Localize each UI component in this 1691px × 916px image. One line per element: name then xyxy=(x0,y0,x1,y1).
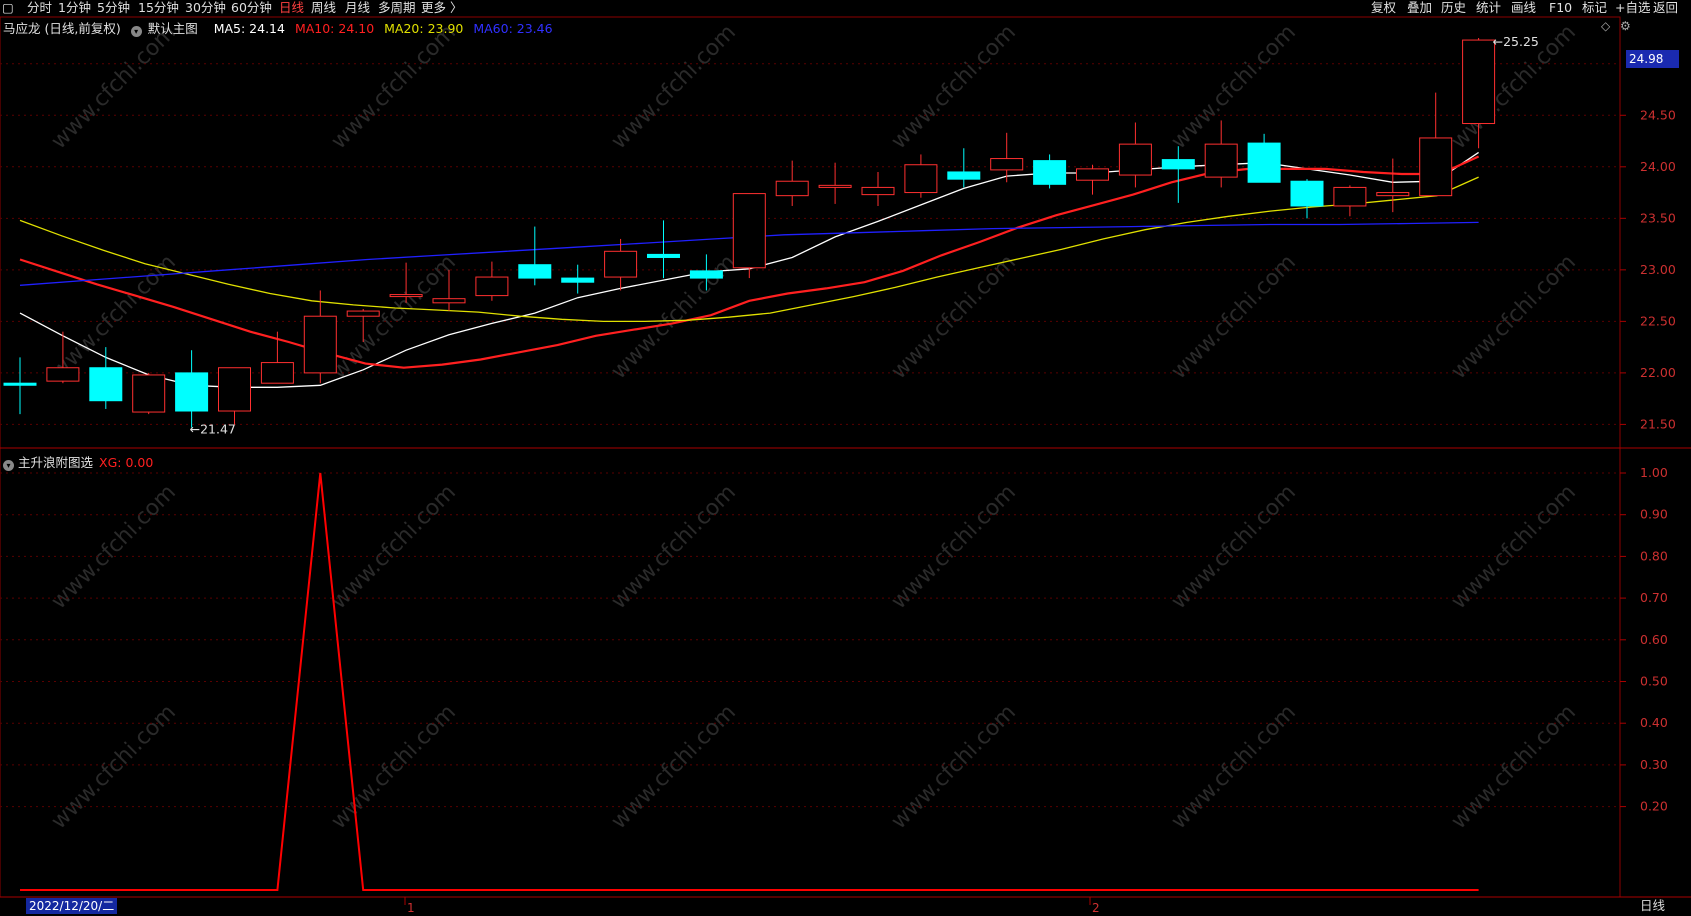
watermark-text: www.cfchi.com xyxy=(47,20,181,154)
candle-body xyxy=(389,294,423,298)
xg-value: XG: 0.00 xyxy=(99,455,154,470)
watermark-text: www.cfchi.com xyxy=(1167,480,1301,614)
indicator-tick-label: 0.90 xyxy=(1640,507,1668,522)
candle-body xyxy=(689,270,723,279)
watermark-text: www.cfchi.com xyxy=(327,20,461,154)
watermark-text: www.cfchi.com xyxy=(887,480,1021,614)
price-tick-label: 23.00 xyxy=(1640,262,1676,277)
current-price-tag: 24.98 xyxy=(1626,50,1679,68)
candle-body xyxy=(132,374,166,413)
gear-icon[interactable]: ⚙ xyxy=(1620,19,1631,33)
candle-body xyxy=(1462,39,1496,125)
indicator-tick-label: 0.50 xyxy=(1640,674,1668,689)
sub-indicator-title[interactable]: 主升浪附图选 xyxy=(18,455,93,470)
candle-body xyxy=(561,277,595,283)
candle-body xyxy=(818,184,852,188)
candle-body xyxy=(218,367,251,412)
price-tick-label: 22.00 xyxy=(1640,365,1676,380)
candle-body xyxy=(1419,137,1453,197)
watermark-text: www.cfchi.com xyxy=(1167,700,1301,834)
price-tick-label: 23.50 xyxy=(1640,210,1676,225)
candle-body xyxy=(175,372,209,412)
candle-body xyxy=(775,180,809,197)
candle-body xyxy=(1033,160,1067,185)
price-tick-label: 21.50 xyxy=(1640,416,1676,431)
watermark-text: www.cfchi.com xyxy=(1447,480,1581,614)
candle-body xyxy=(947,171,981,180)
candle-body xyxy=(1290,180,1324,207)
watermark-text: www.cfchi.com xyxy=(887,700,1021,834)
chevron-down-icon[interactable]: ▾ xyxy=(130,26,142,37)
price-tick-label: 24.00 xyxy=(1640,159,1676,174)
high-price-label: ←25.25 xyxy=(1493,34,1539,49)
watermark-text: www.cfchi.com xyxy=(1167,20,1301,154)
candle-body xyxy=(432,298,466,304)
candle-body xyxy=(46,367,80,382)
indicator-tick-label: 0.70 xyxy=(1640,590,1668,605)
price-tick-label: 24.50 xyxy=(1640,107,1676,122)
diamond-icon[interactable]: ◇ xyxy=(1601,19,1610,33)
period-label: 日线 xyxy=(1640,898,1666,913)
main-indicator-header: 马应龙 (日线,前复权) ▾ 默认主图 MA5: 24.14 MA10: 24.1… xyxy=(3,18,559,37)
candle-body xyxy=(303,315,337,374)
candle-body xyxy=(346,310,380,317)
candle-body xyxy=(1333,186,1367,207)
watermark-text: www.cfchi.com xyxy=(607,20,741,154)
price-tick-label: 22.50 xyxy=(1640,313,1676,328)
watermark-text: www.cfchi.com xyxy=(887,20,1021,154)
watermark-text: www.cfchi.com xyxy=(607,480,741,614)
candle-body xyxy=(990,158,1024,171)
candle-body xyxy=(260,362,294,384)
candle-body xyxy=(475,276,509,297)
candle-body xyxy=(518,264,552,279)
candle-body xyxy=(604,250,638,278)
ma5-value: MA5: 24.14 xyxy=(213,21,285,36)
candle-body xyxy=(1161,159,1195,170)
watermark-text: www.cfchi.com xyxy=(47,700,181,834)
chevron-down-icon[interactable]: ▾ xyxy=(3,460,14,471)
watermark-text: www.cfchi.com xyxy=(1447,700,1581,834)
month-label: 1 xyxy=(407,901,415,915)
watermark-text: www.cfchi.com xyxy=(47,480,181,614)
indicator-tick-label: 0.30 xyxy=(1640,757,1668,772)
sub-indicator-header: ▾ 主升浪附图选 XG: 0.00 xyxy=(3,452,153,471)
month-label: 2 xyxy=(1092,901,1100,915)
candle-body xyxy=(1076,168,1109,181)
date-cursor-label: 2022/12/20/二 xyxy=(26,898,118,914)
candle-body xyxy=(732,193,766,269)
candle-body xyxy=(647,253,680,258)
indicator-tick-label: 1.00 xyxy=(1640,465,1668,480)
indicator-tick-label: 0.60 xyxy=(1640,632,1668,647)
ma10-value: MA10: 24.10 xyxy=(294,21,375,36)
indicator-tick-label: 0.40 xyxy=(1640,715,1668,730)
candle-body xyxy=(1376,192,1410,197)
indicator-toggle[interactable]: ▾ 默认主图 xyxy=(130,21,204,37)
candle-body xyxy=(1118,143,1152,176)
candle-body xyxy=(1204,143,1238,178)
watermark-text: www.cfchi.com xyxy=(1167,250,1301,384)
candle-body xyxy=(1247,142,1281,183)
indicator-tick-label: 0.80 xyxy=(1640,548,1668,563)
indicator-tick-label: 0.20 xyxy=(1640,799,1668,814)
watermark-text: www.cfchi.com xyxy=(327,480,461,614)
watermark-text: www.cfchi.com xyxy=(607,700,741,834)
candle-body xyxy=(904,164,938,194)
stock-title: 马应龙 (日线,前复权) xyxy=(3,21,121,36)
candle-body xyxy=(3,382,37,386)
watermark-layer: www.cfchi.com www.cfchi.com www.cfchi.com w… xyxy=(47,20,1581,834)
candle-body xyxy=(89,367,123,402)
ma60-value: MA60: 23.46 xyxy=(473,21,553,36)
ma20-value: MA20: 23.90 xyxy=(384,21,464,36)
low-price-label: ←21.47 xyxy=(190,422,236,437)
candle-body xyxy=(861,186,895,196)
kline-chart: www.cfchi.com www.cfchi.com www.cfchi.com w… xyxy=(0,16,1691,915)
